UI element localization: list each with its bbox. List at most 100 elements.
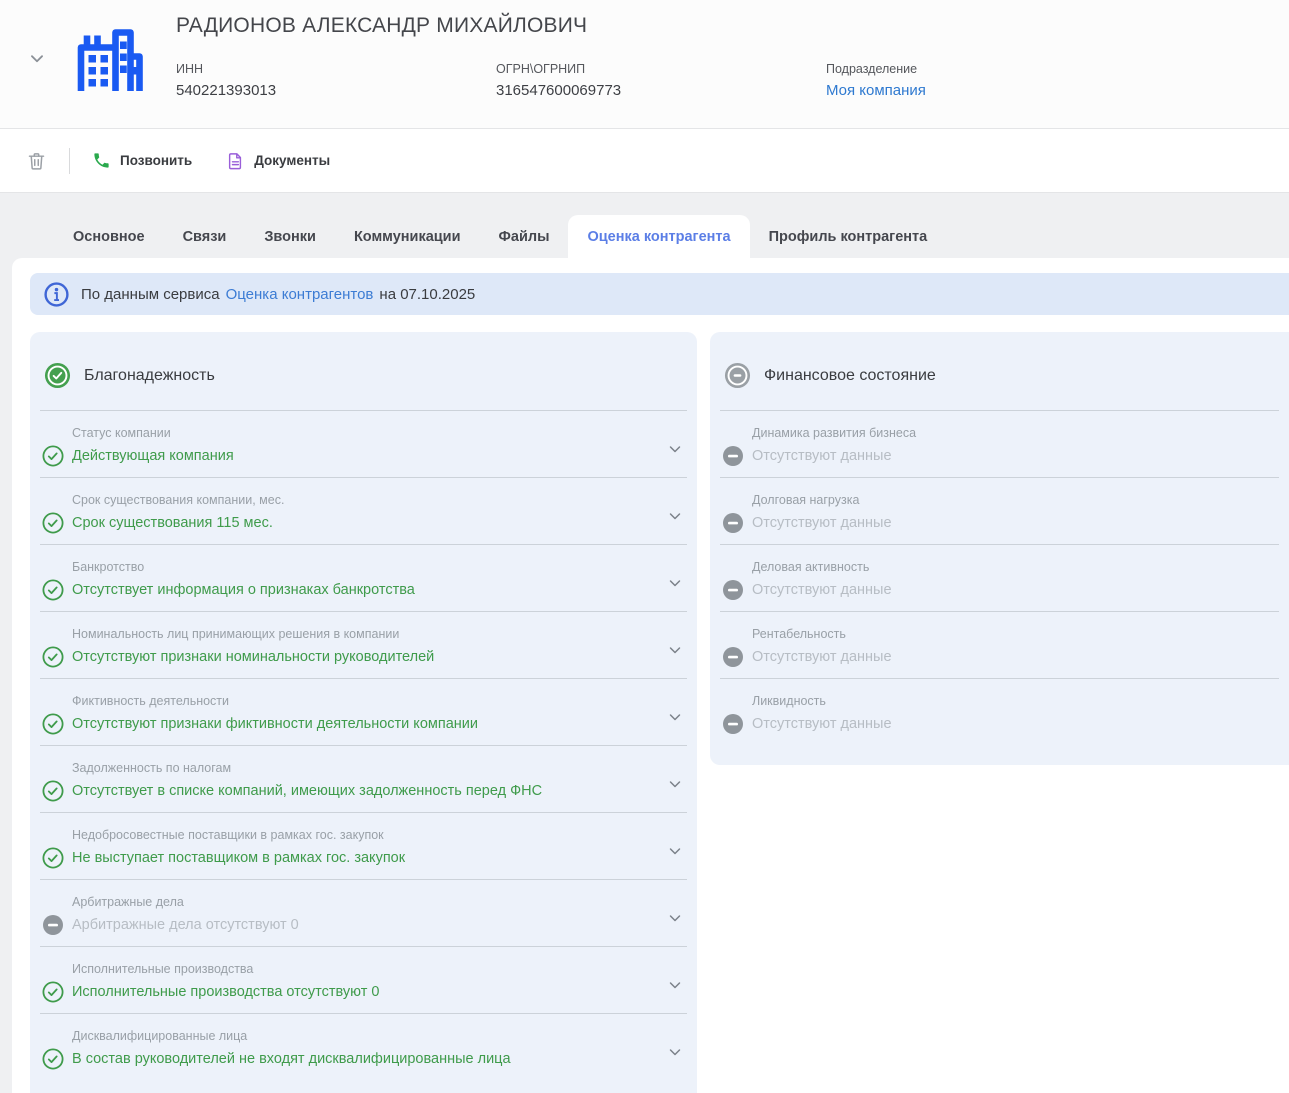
chevron-down-icon[interactable] xyxy=(667,642,683,658)
field-inn: ИНН 540221393013 xyxy=(176,62,496,99)
assessment-row[interactable]: Статус компании Действующая компания xyxy=(40,411,687,478)
finance-panel: Финансовое состояние Динамика развития б… xyxy=(710,332,1289,765)
banner-service-link[interactable]: Оценка контрагентов xyxy=(226,286,374,303)
assessment-row[interactable]: Срок существования компании, мес. Срок с… xyxy=(40,478,687,545)
row-label: Задолженность по налогам xyxy=(72,761,232,775)
check-circle-icon xyxy=(42,713,64,735)
minus-circle-filled-icon xyxy=(724,362,751,389)
division-link[interactable]: Моя компания xyxy=(826,82,926,99)
finance-panel-header: Финансовое состояние xyxy=(720,332,1279,411)
minus-circle-icon xyxy=(723,714,743,734)
action-toolbar: Позвонить Документы xyxy=(0,129,1289,193)
banner-text-suffix: на 07.10.2025 xyxy=(379,285,476,303)
inn-value: 540221393013 xyxy=(176,82,277,99)
row-value: Не выступает поставщиком в рамках гос. з… xyxy=(72,850,406,866)
row-value: Отсутствует информация о признаках банкр… xyxy=(72,582,415,598)
row-value: Срок существования 115 мес. xyxy=(72,515,273,531)
assessment-row[interactable]: Арбитражные дела Арбитражные дела отсутс… xyxy=(40,880,687,947)
row-value: Исполнительные производства отсутствуют … xyxy=(72,984,380,1000)
row-label: Исполнительные производства xyxy=(72,962,254,976)
row-value: Действующая компания xyxy=(72,448,234,464)
documents-button-label: Документы xyxy=(254,153,331,168)
chevron-down-icon[interactable] xyxy=(667,843,683,859)
check-circle-icon xyxy=(42,847,64,869)
chevron-down-icon[interactable] xyxy=(667,575,683,591)
trash-icon[interactable] xyxy=(26,150,47,172)
check-circle-icon xyxy=(42,780,64,802)
row-value: Отсутствуют признаки номинальности руков… xyxy=(72,649,435,665)
row-value: Отсутствуют данные xyxy=(752,716,892,732)
field-ogrn: ОГРН\ОГРНИП 316547600069773 xyxy=(496,62,826,99)
chevron-down-icon[interactable] xyxy=(667,709,683,725)
ogrn-value: 316547600069773 xyxy=(496,82,622,99)
assessment-row[interactable]: Деловая активность Отсутствуют данные xyxy=(720,545,1279,612)
minus-circle-icon xyxy=(723,580,743,600)
chevron-down-icon[interactable] xyxy=(667,776,683,792)
assessment-row[interactable]: Исполнительные производства Исполнительн… xyxy=(40,947,687,1014)
check-circle-filled-icon xyxy=(44,362,71,389)
ogrn-label: ОГРН\ОГРНИП xyxy=(496,62,586,76)
banner-text-prefix: По данным сервиса xyxy=(81,285,220,303)
division-label: Подразделение xyxy=(826,62,918,76)
check-circle-icon xyxy=(42,512,64,534)
row-label: Статус компании xyxy=(72,426,171,440)
row-label: Ликвидность xyxy=(752,694,826,708)
minus-circle-icon xyxy=(723,446,743,466)
row-label: Динамика развития бизнеса xyxy=(752,426,917,440)
assessment-row[interactable]: Задолженность по налогам Отсутствует в с… xyxy=(40,746,687,813)
tab-main[interactable]: Основное xyxy=(54,215,164,258)
assessment-row[interactable]: Дисквалифицированные лица В состав руков… xyxy=(40,1014,687,1081)
assessment-row[interactable]: Ликвидность Отсутствуют данные xyxy=(720,679,1279,746)
tab-content: По данным сервиса Оценка контрагентов на… xyxy=(12,258,1289,1093)
row-label: Рентабельность xyxy=(752,627,846,641)
tab-calls[interactable]: Звонки xyxy=(245,215,335,258)
row-label: Долговая нагрузка xyxy=(752,493,860,507)
row-label: Арбитражные дела xyxy=(72,895,184,909)
collapse-chevron-icon[interactable] xyxy=(28,50,46,73)
tab-relations[interactable]: Связи xyxy=(164,215,246,258)
assessment-row[interactable]: Динамика развития бизнеса Отсутствуют да… xyxy=(720,411,1279,478)
chevron-down-icon[interactable] xyxy=(667,1044,683,1060)
row-value: В состав руководителей не входят дисквал… xyxy=(72,1051,511,1067)
assessment-row[interactable]: Рентабельность Отсутствуют данные xyxy=(720,612,1279,679)
row-label: Деловая активность xyxy=(752,560,870,574)
row-label: Фиктивность деятельности xyxy=(72,694,230,708)
check-circle-icon xyxy=(42,646,64,668)
chevron-down-icon[interactable] xyxy=(667,977,683,993)
chevron-down-icon[interactable] xyxy=(667,441,683,457)
assessment-row[interactable]: Банкротство Отсутствует информация о при… xyxy=(40,545,687,612)
assessment-row[interactable]: Фиктивность деятельности Отсутствуют при… xyxy=(40,679,687,746)
row-label: Номинальность лиц принимающих решения в … xyxy=(72,627,400,641)
contact-header: РАДИОНОВ АЛЕКСАНДР МИХАЙЛОВИЧ ИНН 540221… xyxy=(0,0,1289,129)
reliability-panel-header: Благонадежность xyxy=(40,332,687,411)
tab-counterparty-assessment[interactable]: Оценка контрагента xyxy=(568,215,750,258)
toolbar-divider xyxy=(69,147,70,174)
check-circle-icon xyxy=(42,1048,64,1070)
info-banner: По данным сервиса Оценка контрагентов на… xyxy=(30,273,1289,315)
check-circle-icon xyxy=(42,579,64,601)
tab-files[interactable]: Файлы xyxy=(480,215,569,258)
call-button-label: Позвонить xyxy=(120,153,193,168)
field-division: Подразделение Моя компания xyxy=(826,62,926,99)
row-value: Отсутствуют данные xyxy=(752,649,892,665)
call-button[interactable]: Позвонить xyxy=(92,151,192,170)
tab-counterparty-profile[interactable]: Профиль контрагента xyxy=(750,215,947,258)
assessment-row[interactable]: Долговая нагрузка Отсутствуют данные xyxy=(720,478,1279,545)
check-circle-icon xyxy=(42,981,64,1003)
minus-circle-icon xyxy=(723,647,743,667)
assessment-row[interactable]: Недобросовестные поставщики в рамках гос… xyxy=(40,813,687,880)
tab-bar: Основное Связи Звонки Коммуникации Файлы… xyxy=(0,193,1289,258)
assessment-row[interactable]: Номинальность лиц принимающих решения в … xyxy=(40,612,687,679)
reliability-panel-title: Благонадежность xyxy=(84,366,215,384)
row-label: Дисквалифицированные лица xyxy=(72,1029,248,1043)
company-building-icon xyxy=(66,22,150,111)
chevron-down-icon[interactable] xyxy=(667,910,683,926)
info-icon xyxy=(44,281,69,307)
row-label: Срок существования компании, мес. xyxy=(72,493,285,507)
check-circle-icon xyxy=(42,445,64,467)
tab-communications[interactable]: Коммуникации xyxy=(335,215,480,258)
row-value: Отсутствует в списке компаний, имеющих з… xyxy=(72,783,543,799)
chevron-down-icon[interactable] xyxy=(667,508,683,524)
documents-button[interactable]: Документы xyxy=(226,151,330,171)
minus-circle-icon xyxy=(723,513,743,533)
